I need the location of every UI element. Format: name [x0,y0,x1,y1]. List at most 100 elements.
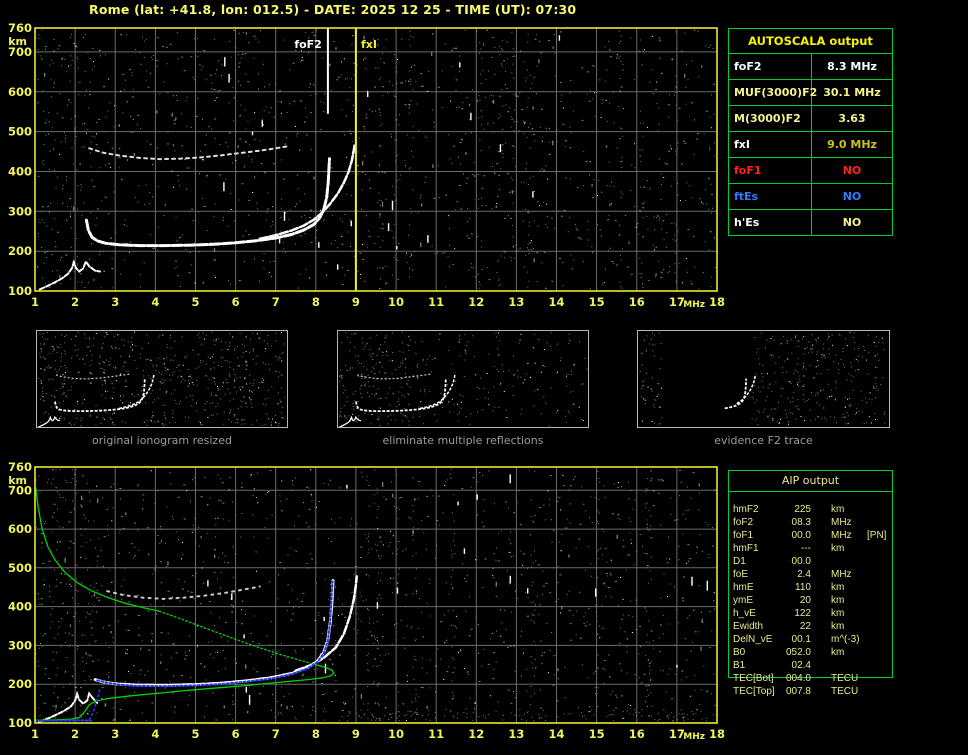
aip-row-hmF2: hmF2 225 km [728,503,964,516]
axis-label: 200 [8,244,32,258]
aip-table-title: AIP output [729,470,892,492]
aip-row-TECBot: TEC[Bot] 004.0 TECU [728,672,964,685]
axis-label: 1 [31,295,39,309]
axis-label: 16 [629,295,645,309]
autoscala-row-MUF3000F2: MUF(3000)F2 30.1 MHz [729,80,892,106]
autoscala-param-label: M(3000)F2 [729,106,812,131]
y-axis-unit: km [8,35,27,48]
panel-noise-white [339,332,584,422]
aip-row-TECTop: TEC[Top] 007.8 TECU [728,685,964,698]
fof2-marker-label: foF2 [294,38,322,51]
aip-param-label: hmF1 [733,543,759,554]
aip-row-foE: foE 2.4 MHz [728,568,964,581]
panel-caption-evidence: evidence F2 trace [714,434,813,447]
x-axis-unit: MHz [683,300,705,310]
axis-label: 11 [428,727,444,741]
noise-streaks-gray [44,32,703,279]
axis-label: 6 [232,727,240,741]
autoscala-param-label: foF2 [729,54,812,79]
axis-label: 760 [8,460,32,474]
panel-frame [337,330,589,428]
axis-label: 13 [508,295,524,309]
axis-label: 5 [191,295,199,309]
axis-label: 9 [352,295,360,309]
axis-label: 100 [8,716,32,730]
axis-label: 11 [428,295,444,309]
aip-param-unit: MHz [831,517,852,528]
panel-e-trace [338,415,362,428]
bottom-ionogram-plot: 1 2 3 4 5 6 7 8 9 10 11 12 13 14 15 16 17 18MHz7607006005… [8,460,725,742]
axis-label: 4 [151,727,159,741]
autoscala-output-table: AUTOSCALA output foF2 8.3 MHz MUF(3000)F2 3… [728,28,893,236]
noise-speckles [36,29,716,290]
electron-density-profile-upper [35,487,161,612]
aip-param-label: foF2 [733,517,754,528]
aip-param-label: Ewidth [733,621,764,632]
autoscala-table-title: AUTOSCALA output [729,29,892,54]
aip-param-value: 00.1 [791,634,811,645]
aip-param-label: B1 [733,660,746,671]
fxi-marker-label: fxI [361,38,377,51]
aip-row-foF2: foF2 08.3 MHz [728,516,964,529]
panel-x-trace [118,373,155,410]
aip-param-value: 225 [794,504,811,515]
aip-param-label: TEC[Bot] [733,673,774,684]
autoscala-param-value: 3.63 [838,112,866,125]
aip-row-hmE: hmE 110 km [728,581,964,594]
autoscala-screen: Rome (lat: +41.8, lon: 012.5) - DATE: 20… [0,0,968,755]
autoscala-param-value: 9.0 MHz [827,138,877,151]
panel-noise [38,331,286,427]
panel-original-ionogram [36,330,288,428]
aip-param-unit: TECU [831,686,859,697]
axis-label: 16 [629,727,645,741]
aip-table-rows: hmF2 225 km foF2 08.3 MHz foF1 00.0 MHz [PN] hmF1 -… [728,503,964,698]
noise-speckles-white [37,29,713,290]
axis-label: 18 [709,727,725,741]
aip-param-label: h_vE [733,608,756,619]
aip-param-unit: TECU [831,673,859,684]
axis-label: 15 [589,295,605,309]
axis-label: 6 [232,295,240,309]
autoscala-row-fxI: fxI 9.0 MHz [729,132,892,158]
panel-f2-trace [355,378,447,412]
aip-param-unit [831,659,865,672]
panel-f2-cusp [724,378,748,410]
axis-label: 10 [388,295,404,309]
aip-param-value: 122 [794,608,811,619]
aip-param-value: 08.3 [791,517,811,528]
aip-row-ymE: ymE 20 km [728,594,964,607]
axis-label: 500 [8,125,32,139]
noise-speckles [35,468,717,722]
axis-label: 14 [549,727,565,741]
aip-param-label: TEC[Top] [733,686,775,697]
autoscala-param-value: 8.3 MHz [827,60,877,73]
aip-param-label: D1 [733,556,746,567]
aip-row-hmF1: hmF1 --- km [728,542,964,555]
aip-param-unit: m^(-3) [831,634,860,645]
axis-label: 10 [388,727,404,741]
aip-param-unit: MHz [831,569,852,580]
aip-param-unit: km [831,595,845,606]
axis-label: 2 [71,727,79,741]
aip-param-unit: km [831,504,845,515]
axis-label: 5 [191,727,199,741]
aip-row-Ewidth: Ewidth 22 km [728,620,964,633]
multiple-reflection-trace [106,585,261,600]
aip-param-label: ymE [733,595,753,606]
panel-eliminate-reflections [337,330,589,428]
aip-param-note: [PN] [867,530,887,541]
aip-param-label: B0 [733,647,746,658]
aip-param-value: 00.0 [791,556,811,567]
axis-label: 13 [508,727,524,741]
autoscala-param-value: 30.1 MHz [823,86,881,99]
axis-label: 1 [31,727,39,741]
axis-label: 500 [8,561,32,575]
autoscala-param-label: fxI [729,132,812,157]
aip-row-B1: B1 02.4 [728,659,964,672]
aip-param-value: 22 [799,621,811,632]
axis-label: 12 [468,727,484,741]
autoscala-row-ftEs: ftEs NO [729,184,892,210]
e-region-trace [38,690,99,723]
panel-caption-eliminate: eliminate multiple reflections [382,434,544,447]
autoscala-param-value: NO [842,216,862,229]
